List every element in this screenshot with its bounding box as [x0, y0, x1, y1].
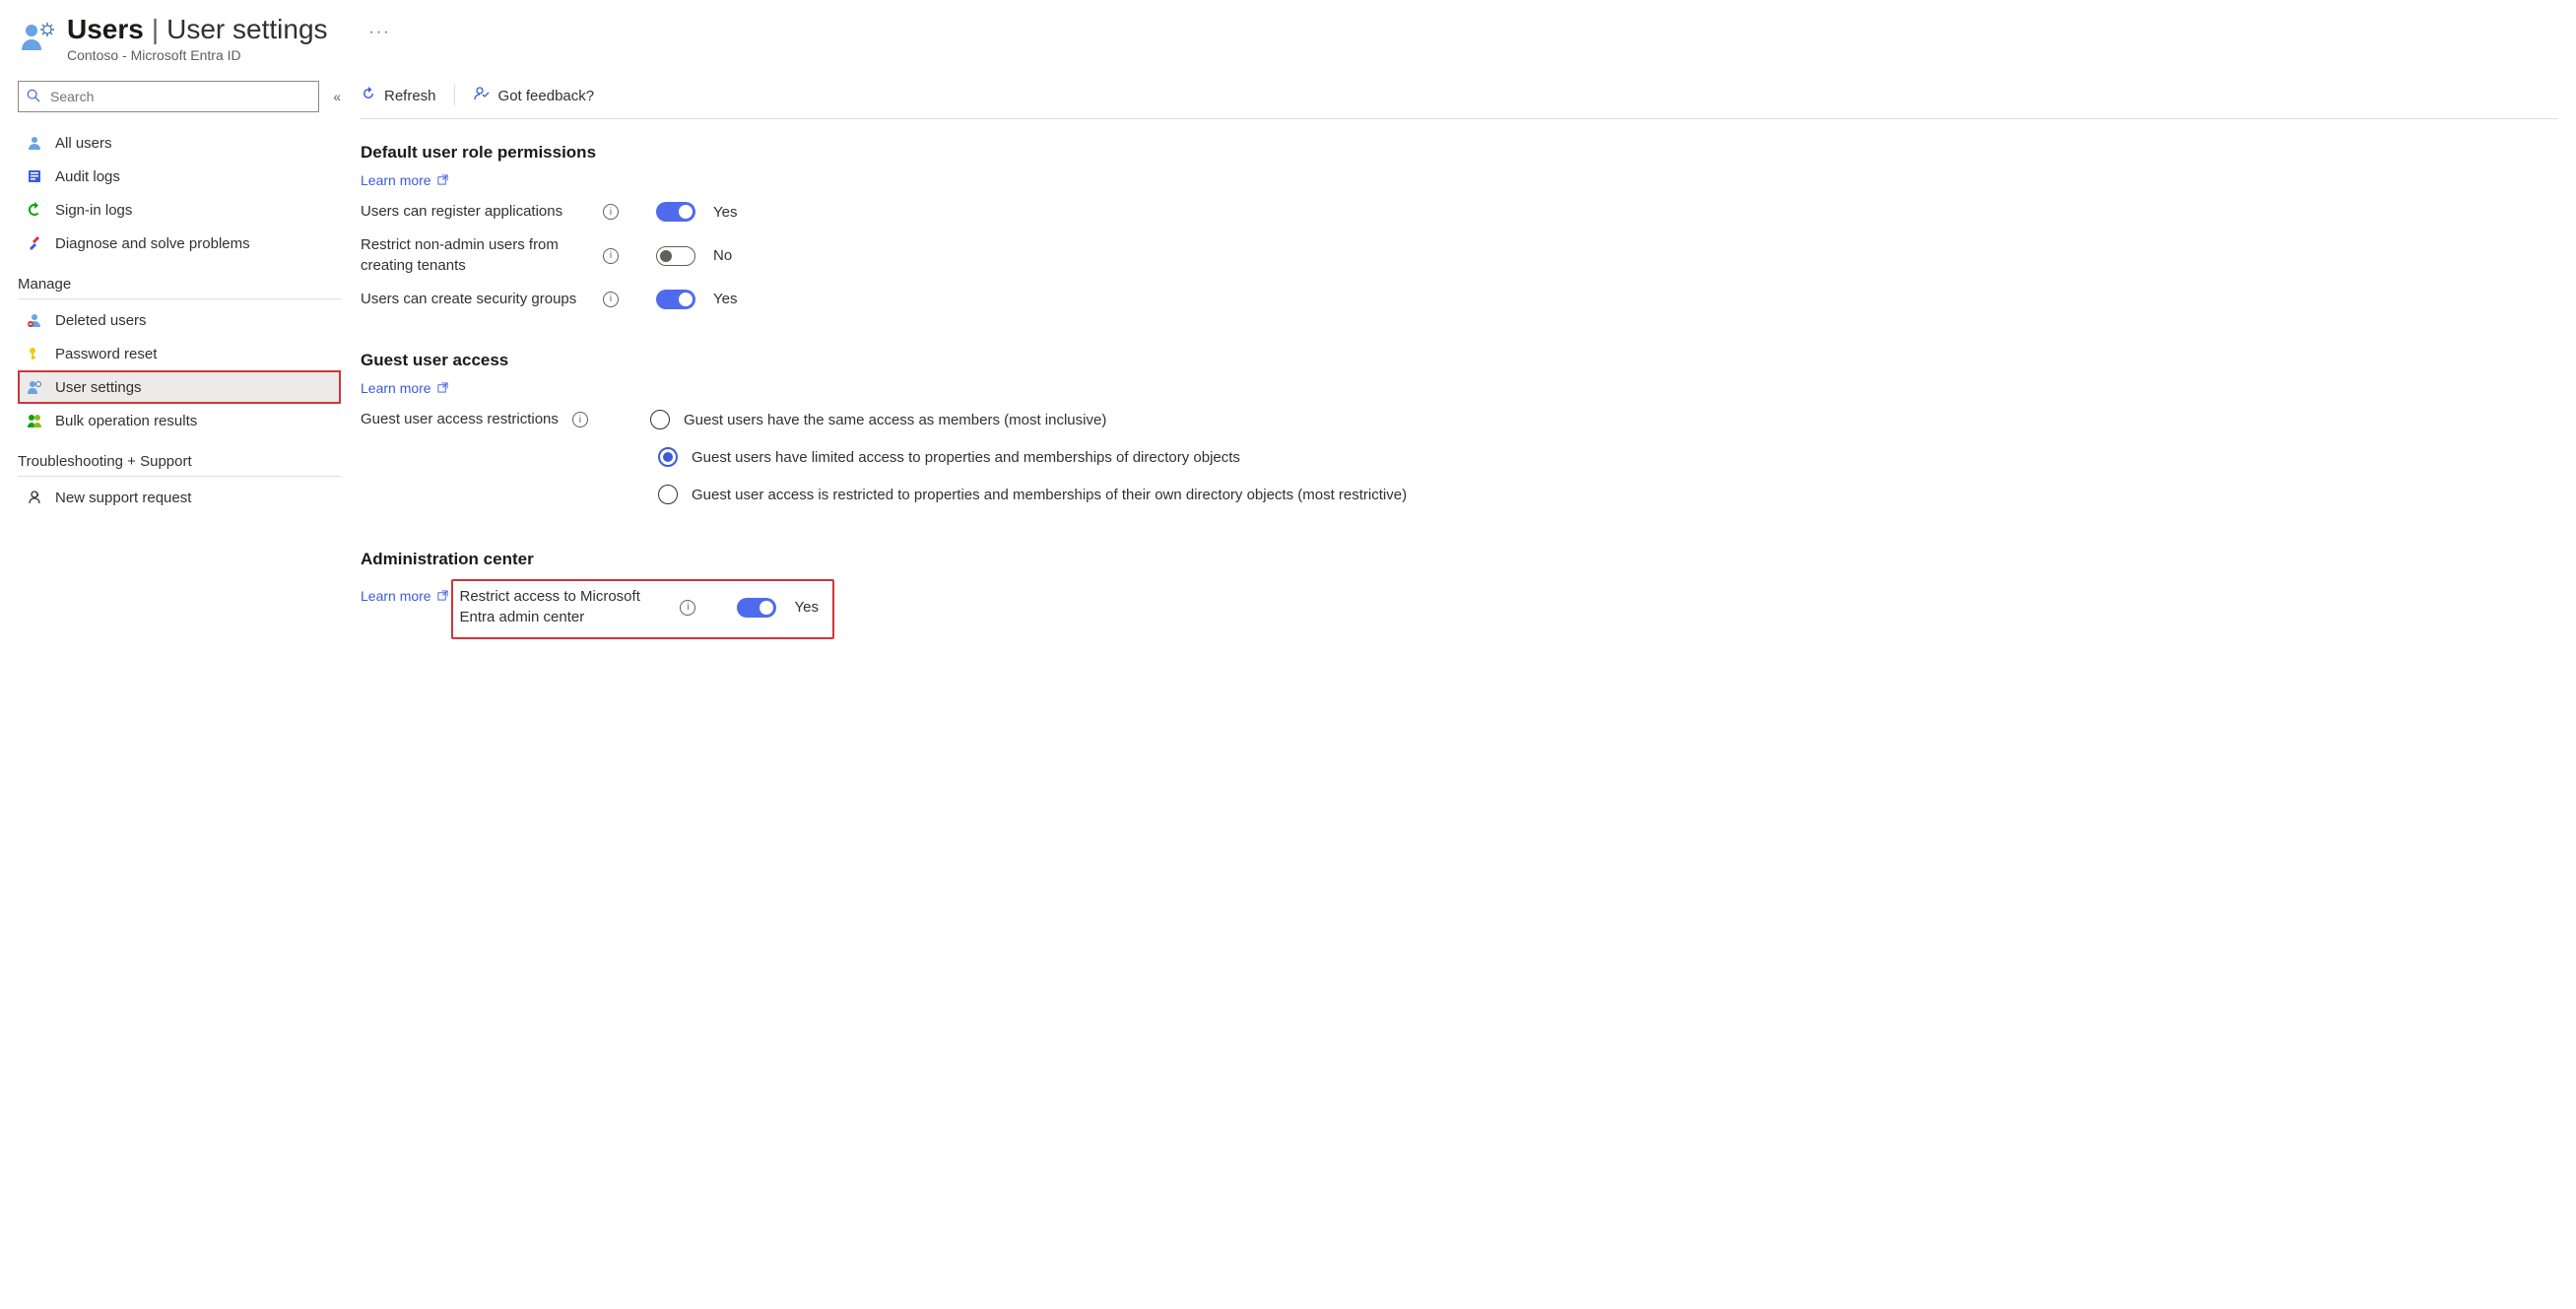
user-settings-icon [26, 378, 43, 396]
setting-create-groups-label: Users can create security groups [361, 290, 589, 309]
radio-guest-opt3-label: Guest user access is restricted to prope… [692, 487, 1407, 503]
sidebar-item-label: User settings [55, 379, 142, 396]
sidebar-item-audit-logs[interactable]: Audit logs [18, 160, 341, 193]
page-subtitle: Contoso - Microsoft Entra ID [67, 47, 328, 63]
toggle-restrict-admin[interactable] [737, 598, 776, 618]
toggle-register-apps[interactable] [656, 202, 695, 222]
feedback-button[interactable]: Got feedback? [473, 85, 595, 106]
collapse-sidebar-icon[interactable]: « [333, 89, 341, 104]
setting-restrict-tenants-label: Restrict non-admin users from creating t… [361, 235, 589, 276]
toolbar-separator [454, 85, 455, 106]
sidebar-search[interactable] [18, 81, 319, 112]
external-link-icon [437, 588, 448, 604]
more-actions-icon[interactable]: ··· [369, 24, 391, 41]
toggle-restrict-admin-value: Yes [794, 599, 818, 616]
search-input[interactable] [48, 88, 310, 105]
signin-icon [26, 201, 43, 219]
title-separator: | [152, 14, 159, 45]
toggle-register-apps-value: Yes [713, 204, 737, 221]
sidebar-item-user-settings[interactable]: User settings [18, 370, 341, 404]
toggle-create-groups-value: Yes [713, 291, 737, 307]
sidebar-item-label: Diagnose and solve problems [55, 235, 250, 252]
sidebar-item-all-users[interactable]: All users [18, 126, 341, 160]
sidebar-section-troubleshooting: Troubleshooting + Support [18, 437, 341, 477]
highlighted-restrict-admin-center: Restrict access to Microsoft Entra admin… [451, 579, 833, 639]
deleted-user-icon [26, 311, 43, 329]
setting-restrict-admin-label: Restrict access to Microsoft Entra admin… [459, 587, 666, 627]
radio-guest-opt2-label: Guest users have limited access to prope… [692, 449, 1240, 466]
setting-register-apps-label: Users can register applications [361, 202, 589, 222]
learn-more-link-1[interactable]: Learn more [361, 172, 448, 188]
log-icon [26, 167, 43, 185]
sidebar-item-signin-logs[interactable]: Sign-in logs [18, 193, 341, 227]
radio-guest-opt3[interactable] [658, 485, 678, 504]
radio-guest-opt1[interactable] [650, 410, 670, 429]
toggle-create-groups[interactable] [656, 290, 695, 309]
sidebar-item-label: New support request [55, 490, 191, 506]
info-icon[interactable]: i [572, 412, 588, 427]
external-link-icon [437, 380, 448, 396]
sidebar-item-deleted-users[interactable]: Deleted users [18, 303, 341, 337]
info-icon[interactable]: i [603, 292, 619, 307]
toggle-restrict-tenants-value: No [713, 247, 732, 264]
section-guest-access-title: Guest user access [361, 351, 2558, 370]
setting-guest-restrictions-label: Guest user access restrictions [361, 410, 559, 429]
learn-more-label: Learn more [361, 380, 431, 396]
learn-more-label: Learn more [361, 588, 431, 604]
sidebar-item-password-reset[interactable]: Password reset [18, 337, 341, 370]
learn-more-link-3[interactable]: Learn more [361, 588, 448, 604]
sidebar-section-manage: Manage [18, 260, 341, 299]
learn-more-link-2[interactable]: Learn more [361, 380, 448, 396]
feedback-label: Got feedback? [498, 88, 595, 104]
sidebar-item-label: Bulk operation results [55, 413, 197, 429]
sidebar-item-label: Sign-in logs [55, 202, 132, 219]
search-icon [27, 89, 40, 105]
info-icon[interactable]: i [603, 204, 619, 220]
refresh-icon [361, 86, 376, 105]
refresh-label: Refresh [384, 88, 436, 104]
sidebar-item-bulk-results[interactable]: Bulk operation results [18, 404, 341, 437]
sidebar-item-label: Deleted users [55, 312, 147, 329]
radio-guest-opt2[interactable] [658, 447, 678, 467]
sidebar-item-label: All users [55, 135, 112, 152]
wrench-icon [26, 234, 43, 252]
users-gear-icon [18, 18, 55, 55]
sidebar-item-diagnose[interactable]: Diagnose and solve problems [18, 227, 341, 260]
sidebar-item-support-request[interactable]: New support request [18, 481, 341, 514]
feedback-icon [473, 85, 491, 106]
key-icon [26, 345, 43, 362]
toggle-restrict-tenants[interactable] [656, 246, 695, 266]
info-icon[interactable]: i [603, 248, 619, 264]
user-icon [26, 134, 43, 152]
page-title-light: User settings [166, 14, 327, 45]
info-icon[interactable]: i [680, 600, 695, 616]
learn-more-label: Learn more [361, 172, 431, 188]
radio-guest-opt1-label: Guest users have the same access as memb… [684, 412, 1106, 428]
bulk-icon [26, 412, 43, 429]
section-default-permissions-title: Default user role permissions [361, 143, 2558, 163]
support-icon [26, 489, 43, 506]
sidebar-item-label: Password reset [55, 346, 157, 362]
section-admin-center-title: Administration center [361, 550, 2558, 569]
page-title-strong: Users [67, 14, 144, 45]
external-link-icon [437, 172, 448, 188]
sidebar-item-label: Audit logs [55, 168, 120, 185]
refresh-button[interactable]: Refresh [361, 86, 436, 105]
